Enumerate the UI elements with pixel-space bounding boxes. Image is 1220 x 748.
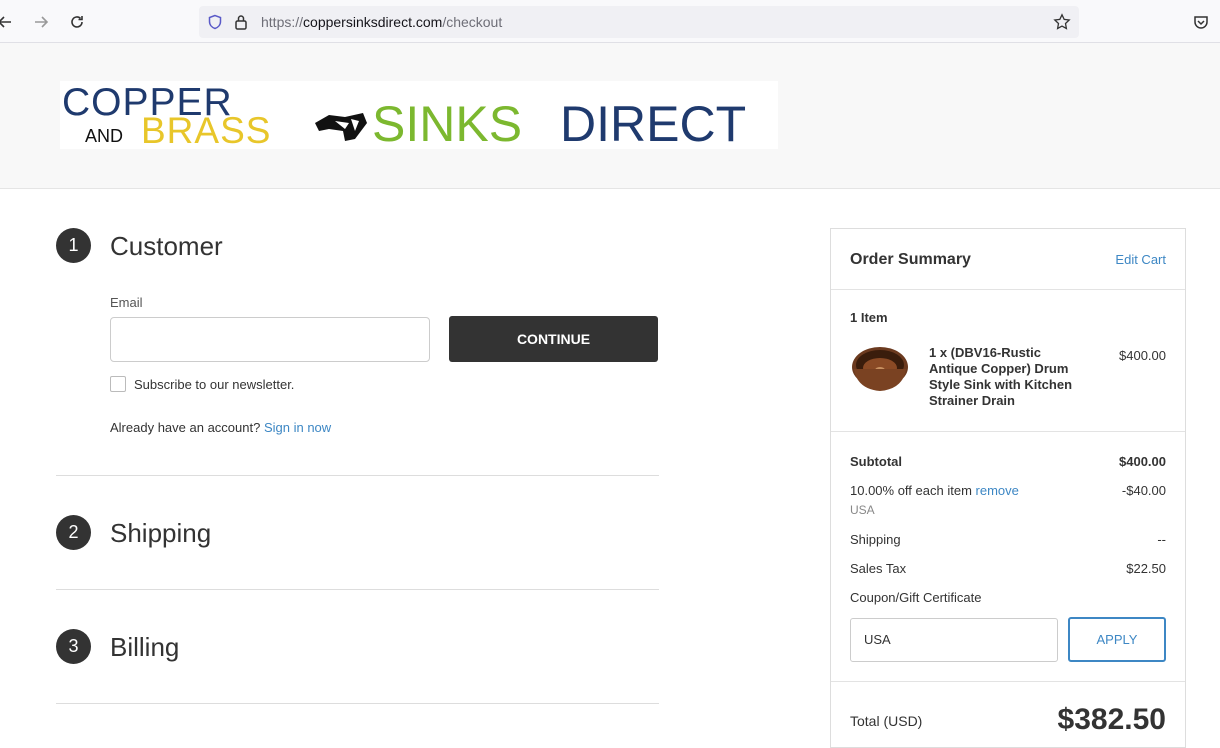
discount-value: -$40.00 (1121, 483, 1166, 498)
edit-cart-link[interactable]: Edit Cart (1115, 252, 1166, 267)
summary-divider (831, 431, 1185, 432)
discount-code: USA (850, 503, 875, 517)
section-divider (56, 703, 659, 704)
apply-coupon-button[interactable]: APPLY (1068, 617, 1166, 662)
url-prefix: https:// (261, 14, 304, 30)
shield-icon[interactable] (207, 14, 223, 35)
url-path: /checkout (442, 14, 503, 30)
section-divider (56, 475, 659, 476)
logo-bird-icon (315, 113, 367, 141)
sign-in-link[interactable]: Sign in now (264, 420, 331, 435)
coupon-link[interactable]: Coupon/Gift Certificate (850, 590, 982, 605)
reload-icon[interactable] (66, 11, 88, 33)
step-title: Shipping (110, 518, 212, 548)
logo-and: AND (85, 126, 124, 146)
address-bar[interactable]: https://coppersinksdirect.com/checkout (199, 6, 1079, 38)
step-customer: 1 Customer (56, 228, 659, 268)
total-value: $382.50 (1057, 703, 1166, 736)
email-label: Email (110, 295, 143, 310)
step-title: Billing (110, 632, 180, 662)
logo-sinks: SINKS (372, 96, 523, 152)
summary-divider (831, 681, 1185, 682)
step-number: 3 (56, 629, 91, 664)
bookmark-star-icon[interactable] (1053, 13, 1071, 36)
subtotal-label: Subtotal (850, 454, 902, 469)
newsletter-label: Subscribe to our newsletter. (134, 377, 295, 392)
shipping-label: Shipping (850, 532, 901, 547)
url-domain: coppersinksdirect.com (303, 14, 443, 30)
section-divider (56, 589, 659, 590)
logo-brass: BRASS (141, 110, 272, 151)
account-prompt-text: Already have an account? (110, 420, 261, 435)
forward-arrow-icon[interactable] (30, 11, 52, 33)
discount-label: 10.00% off each item (850, 483, 972, 498)
pocket-icon[interactable] (1190, 11, 1212, 33)
total-label: Total (USD) (850, 713, 923, 729)
store-logo[interactable]: COPPER AND BRASS SINKS DIRECT (60, 81, 778, 152)
order-summary-title: Order Summary (850, 251, 971, 268)
sink-product-image (852, 347, 908, 391)
item-count: 1 Item (850, 310, 888, 325)
summary-divider (831, 289, 1185, 290)
remove-discount-link[interactable]: remove (976, 483, 1019, 498)
newsletter-checkbox[interactable] (110, 376, 126, 392)
account-prompt: Already have an account? Sign in now (110, 420, 331, 435)
sales-tax-label: Sales Tax (850, 561, 907, 576)
order-summary: Order Summary Edit Cart 1 Item 1 x (DBV1… (830, 228, 1186, 748)
url-text: https://coppersinksdirect.com/checkout (261, 14, 502, 30)
step-shipping[interactable]: 2 Shipping (56, 515, 659, 555)
step-billing[interactable]: 3 Billing (56, 629, 659, 669)
continue-button[interactable]: CONTINUE (449, 316, 658, 362)
browser-toolbar: https://coppersinksdirect.com/checkout (0, 0, 1220, 43)
back-arrow-icon[interactable] (0, 11, 16, 33)
coupon-input[interactable]: USA (850, 618, 1058, 662)
email-field[interactable] (110, 317, 430, 362)
step-number: 2 (56, 515, 91, 550)
logo-direct: DIRECT (560, 96, 747, 152)
item-price: $400.00 (1119, 348, 1166, 363)
step-title: Customer (110, 231, 223, 261)
shipping-value: -- (1157, 532, 1166, 547)
subtotal-value: $400.00 (1119, 454, 1166, 469)
lock-icon[interactable] (234, 14, 248, 35)
discount-row: 10.00% off each item remove (850, 483, 1019, 498)
site-header: COPPER AND BRASS SINKS DIRECT (0, 43, 1220, 189)
item-name: 1 x (DBV16-Rustic Antique Copper) Drum S… (929, 345, 1073, 408)
sales-tax-value: $22.50 (1126, 561, 1166, 576)
step-number: 1 (56, 228, 91, 263)
